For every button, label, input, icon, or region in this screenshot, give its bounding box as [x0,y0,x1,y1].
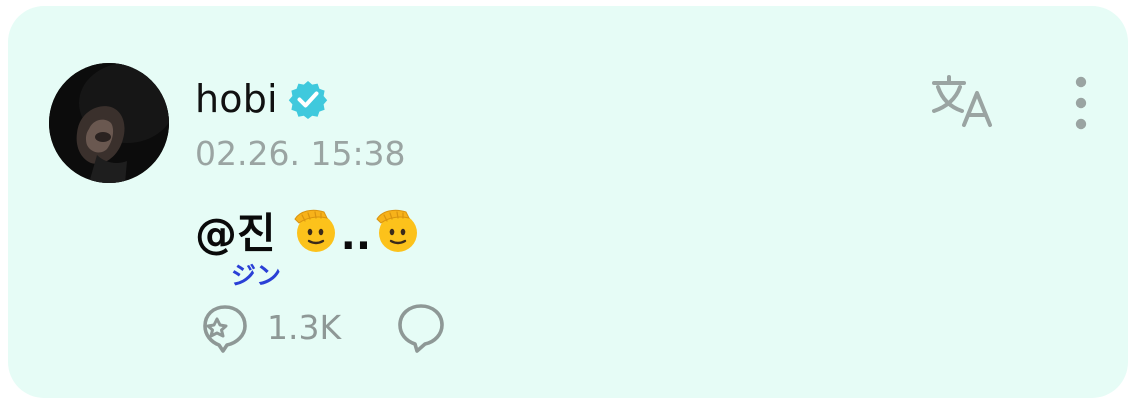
like-icon[interactable] [197,299,253,355]
author-row: hobi [195,72,328,126]
comment-icon[interactable] [393,299,449,355]
more-options-button[interactable] [1066,73,1096,133]
post-message: @진 .. [195,200,422,260]
author-name[interactable]: hobi [195,77,278,121]
mention-link[interactable]: @진 [195,200,276,261]
like-count: 1.3K [267,307,342,347]
verified-badge-icon [288,81,328,119]
translate-icon [932,75,992,127]
more-vertical-icon [1075,76,1087,130]
post-timestamp: 02.26. 15:38 [195,134,406,173]
saluting-face-emoji [376,209,418,252]
translate-button[interactable] [928,73,998,129]
post-actions: 1.3K [197,298,449,356]
avatar[interactable] [49,63,169,183]
furigana-annotation: ジン [231,261,282,290]
saluting-face-emoji [294,209,335,252]
message-separator: .. [340,213,372,259]
post-card: hobi 02.26. 15:38 @진 .. ジン 1.3K [8,6,1128,398]
